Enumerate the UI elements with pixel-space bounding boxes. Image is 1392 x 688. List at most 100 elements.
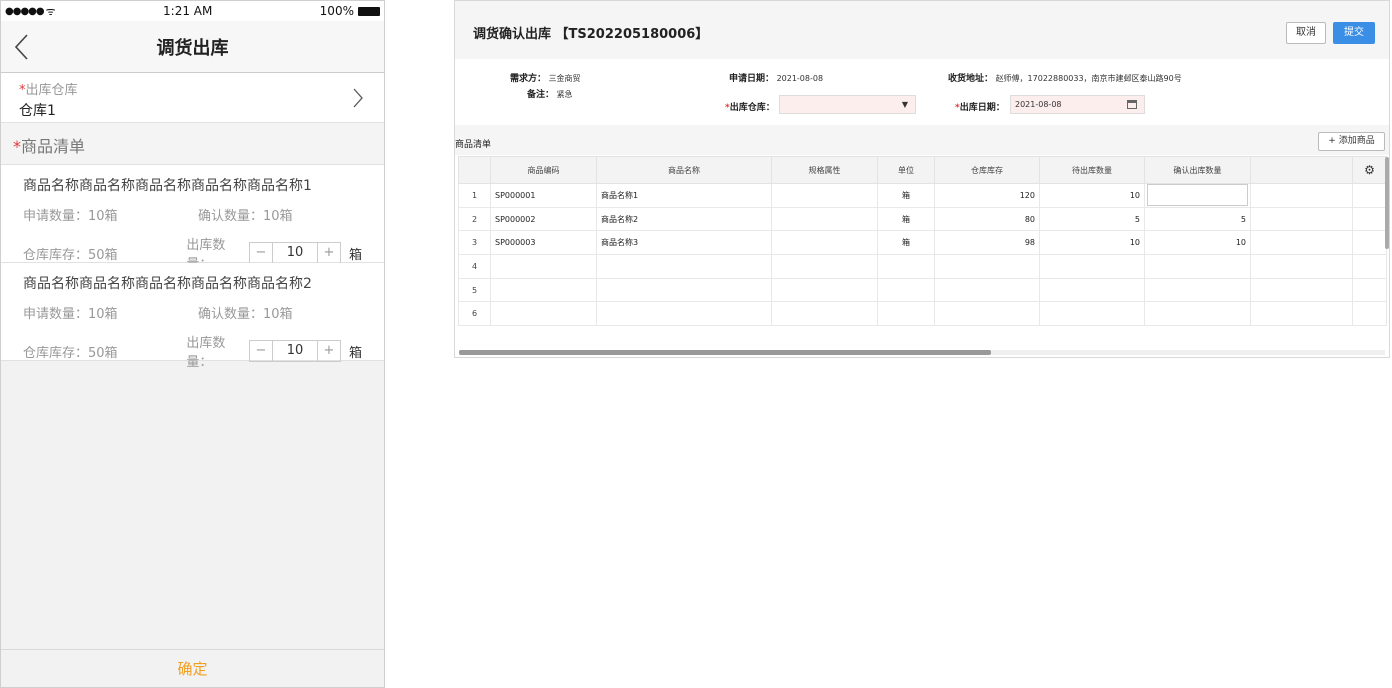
decrement-button[interactable]: − (250, 341, 272, 361)
cell-stock (934, 301, 1040, 327)
out-warehouse-label: 出库仓库： (729, 103, 775, 113)
cell-empty (1250, 206, 1353, 232)
cell-confirm[interactable] (1144, 277, 1251, 303)
nav-bar: 调货出库 (1, 21, 384, 73)
quantity-stepper: − 10 + (248, 242, 341, 264)
out-date-label: 出库日期： (959, 103, 1005, 113)
cell-pending (1039, 254, 1145, 279)
row-index: 2 (458, 206, 491, 232)
cell-code (490, 254, 597, 279)
col-empty (1250, 156, 1353, 184)
quantity-stepper: − 10 + (248, 340, 341, 362)
col-stock: 仓库库存 (934, 156, 1040, 184)
request-qty: 申请数量：10箱 (23, 307, 118, 322)
out-qty-label: 出库数量： (186, 336, 226, 370)
cell-pending: 10 (1039, 230, 1145, 256)
row-index: 5 (458, 277, 491, 303)
cell-stock: 98 (934, 230, 1040, 256)
confirm-qty: 确认数量：10箱 (198, 307, 293, 322)
back-chevron-icon[interactable] (11, 33, 35, 61)
cell-spec (771, 183, 878, 208)
warehouse-selector[interactable]: *出库仓库 仓库1 (1, 73, 384, 123)
product-list-title: 商品清单 (21, 137, 86, 156)
horizontal-scrollbar[interactable] (459, 350, 1385, 355)
scrollbar-thumb[interactable] (459, 350, 991, 355)
cell-code: SP000002 (490, 206, 597, 232)
cell-stock: 120 (934, 183, 1040, 208)
cell-name (596, 277, 772, 303)
confirm-qty-input[interactable] (1147, 184, 1248, 207)
cell-pending: 5 (1039, 206, 1145, 232)
cell-empty (1250, 254, 1353, 279)
decrement-button[interactable]: − (250, 243, 272, 263)
col-pending: 待出库数量 (1039, 156, 1145, 184)
table-header-row: 商品编码 商品名称 规格属性 单位 仓库库存 待出库数量 确认出库数量 ⚙ (458, 156, 1387, 184)
address-value: 赵师傅，17022880033，南京市建邺区泰山路90号 (995, 74, 1182, 83)
cell-empty (1352, 301, 1387, 327)
submit-button[interactable]: 提交 (1333, 22, 1375, 44)
list-title: 商品清单 (455, 140, 492, 150)
cell-code: SP000003 (490, 230, 597, 256)
cell-confirm[interactable] (1144, 254, 1251, 279)
product-list-header: *商品清单 (1, 123, 384, 165)
cell-empty (1352, 183, 1387, 208)
product-name: 商品名称商品名称商品名称商品名称商品名称2 (23, 276, 312, 292)
cell-pending (1039, 301, 1145, 327)
cell-empty (1250, 183, 1353, 208)
cancel-button[interactable]: 取消 (1286, 22, 1326, 44)
remark-label: 备注： (527, 90, 555, 100)
dialog-title: 调货确认出库 【TS202205180006】 (473, 27, 709, 42)
cell-confirm[interactable] (1144, 183, 1251, 208)
increment-button[interactable]: + (318, 243, 340, 263)
apply-date-value: 2021-08-08 (776, 74, 824, 83)
required-mark: * (13, 137, 21, 156)
cell-unit: 箱 (877, 183, 935, 208)
calendar-icon[interactable] (1127, 100, 1137, 109)
apply-date-label: 申请日期： (729, 74, 775, 84)
cell-name (596, 301, 772, 327)
col-unit: 单位 (877, 156, 935, 184)
vertical-scrollbar[interactable] (1385, 157, 1389, 249)
out-date-field[interactable]: 2021-08-08 (1010, 95, 1145, 114)
product-name: 商品名称商品名称商品名称商品名称商品名称1 (23, 178, 312, 194)
address-label: 收货地址： (948, 74, 994, 84)
col-name: 商品名称 (596, 156, 772, 184)
cell-confirm[interactable]: 5 (1144, 206, 1251, 232)
row-index: 1 (458, 183, 491, 208)
warehouse-stock: 仓库库存：50箱 (23, 345, 118, 361)
unit-label: 箱 (348, 247, 362, 263)
quantity-input[interactable]: 10 (271, 243, 318, 263)
request-qty: 申请数量：10箱 (23, 209, 118, 224)
cell-stock: 80 (934, 206, 1040, 232)
quantity-input[interactable]: 10 (271, 341, 318, 361)
increment-button[interactable]: + (318, 341, 340, 361)
cell-spec (771, 230, 878, 256)
cell-confirm[interactable]: 10 (1144, 230, 1251, 256)
signal-icon: ●●●●● ᯤ (5, 4, 56, 18)
list-item: 商品名称商品名称商品名称商品名称商品名称1 申请数量：10箱 确认数量：10箱 … (1, 165, 384, 272)
row-index: 4 (458, 254, 491, 279)
cell-name: 商品名称2 (596, 206, 772, 232)
confirm-button[interactable]: 确定 (1, 649, 384, 687)
status-bar: ●●●●● ᯤ 1:21 AM 100% (1, 1, 384, 21)
cell-empty (1352, 277, 1387, 303)
table-row: 4 (458, 254, 1387, 279)
col-settings[interactable]: ⚙ (1352, 156, 1387, 184)
out-warehouse-select[interactable]: ▼ (779, 95, 916, 114)
cell-code (490, 301, 597, 327)
cell-confirm[interactable] (1144, 301, 1251, 327)
list-item: 商品名称商品名称商品名称商品名称商品名称2 申请数量：10箱 确认数量：10箱 … (1, 263, 384, 370)
cell-empty (1250, 277, 1353, 303)
table-row: 5 (458, 277, 1387, 303)
col-confirm: 确认出库数量 (1144, 156, 1251, 184)
cell-empty (1352, 206, 1387, 232)
confirm-qty: 确认数量：10箱 (198, 209, 293, 224)
gear-icon[interactable]: ⚙ (1364, 163, 1375, 177)
cell-empty (1352, 254, 1387, 279)
demander-label: 需求方： (510, 74, 547, 84)
product-table: 商品编码 商品名称 规格属性 单位 仓库库存 待出库数量 确认出库数量 ⚙ 1 … (458, 156, 1387, 327)
wifi-icon: ᯤ (45, 4, 56, 18)
demander-value: 三金商贸 (548, 74, 581, 83)
cell-pending (1039, 277, 1145, 303)
add-product-button[interactable]: + 添加商品 (1318, 132, 1385, 151)
